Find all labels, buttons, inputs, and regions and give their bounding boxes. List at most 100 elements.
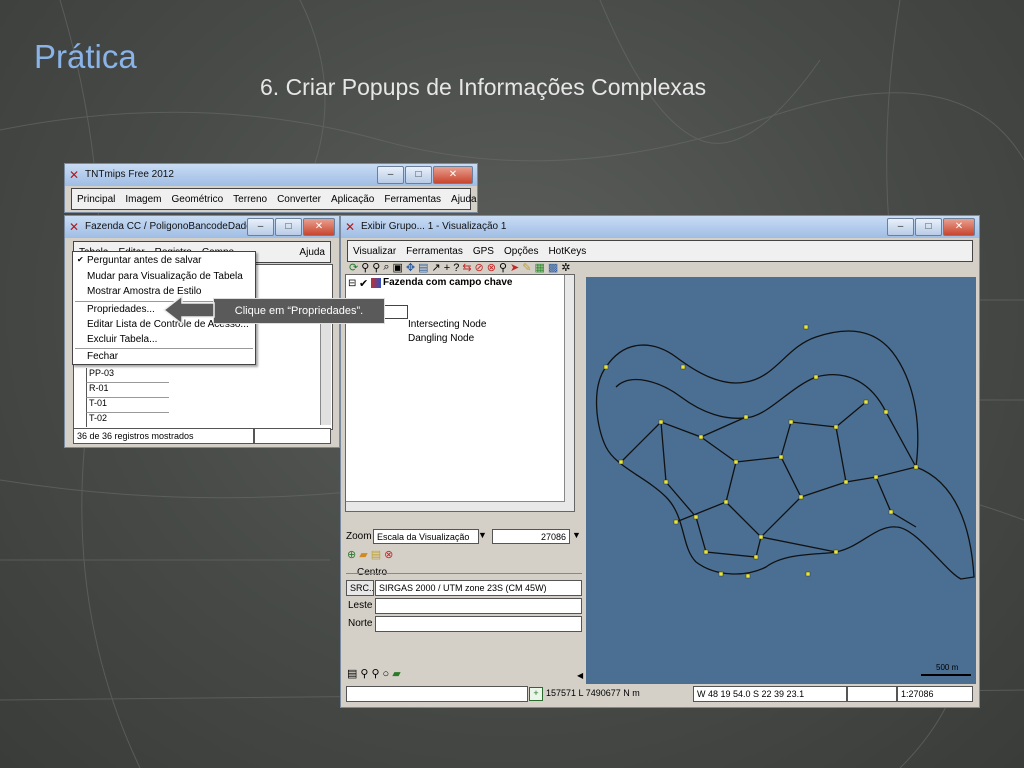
layers-icon[interactable]: ▤	[371, 548, 381, 561]
norte-field[interactable]	[375, 616, 582, 632]
menu-aplicacao[interactable]: Aplicação	[326, 194, 379, 205]
menu-converter[interactable]: Converter	[272, 194, 326, 205]
leste-field[interactable]	[375, 598, 582, 614]
redraw-icon[interactable]: ⟳	[349, 261, 358, 274]
menu-ajuda[interactable]: Ajuda	[446, 194, 482, 205]
slide-title: Prática	[34, 38, 137, 75]
search-icon[interactable]: ○	[383, 668, 390, 680]
norte-label: Norte	[348, 618, 373, 629]
select-icon[interactable]: ▤	[418, 261, 428, 274]
vertical-scrollbar[interactable]	[564, 275, 574, 511]
view-toolbar: ⟳ ⚲ ⚲ ⌕ ▣ ✥ ▤ ↗ + ? ⇆ ⊘ ⊗ ⚲ ➤ ✎ ▦ ▩ ✲	[349, 261, 571, 274]
scroll-left-icon[interactable]: ◀	[577, 671, 583, 680]
status-spacer	[847, 686, 897, 702]
maximize-button[interactable]: □	[275, 218, 302, 236]
menu-item-excluir-tabela[interactable]: Excluir Tabela...	[87, 334, 157, 345]
crosshair-icon: +	[529, 687, 543, 701]
minimize-button[interactable]: –	[887, 218, 914, 236]
horizontal-scrollbar[interactable]	[346, 501, 565, 511]
zoom-out-icon[interactable]: ⊗	[487, 261, 496, 274]
zoom-in-icon[interactable]: ⚲	[360, 667, 368, 680]
layer-color-icon	[371, 278, 381, 288]
folder-icon[interactable]: ▰	[359, 548, 367, 561]
palette-icon[interactable]: ▦	[534, 261, 544, 274]
node-item-dangling[interactable]: Dangling Node	[408, 333, 474, 344]
menu-visualizar[interactable]: Visualizar	[348, 246, 401, 257]
menu-opcoes[interactable]: Opções	[499, 246, 543, 257]
dropdown-arrow-icon[interactable]: ▼	[478, 530, 487, 540]
layer-visible-check-icon[interactable]: ✔	[359, 277, 368, 290]
menu-item-mudar-visualizacao-tabela[interactable]: Mudar para Visualização de Tabela	[87, 271, 243, 282]
table-row[interactable]: T-01	[86, 398, 169, 413]
camera-icon[interactable]: ▣	[393, 261, 403, 274]
menu-item-perguntar-antes-de-salvar[interactable]: Perguntar antes de salvar	[87, 255, 202, 266]
close-button[interactable]: ✕	[943, 218, 975, 236]
status-coordinates: 157571 L 7490677 N m	[546, 688, 640, 698]
layer-name[interactable]: Fazenda com campo chave	[383, 277, 513, 288]
zoom-out-icon[interactable]: ⚲	[371, 667, 379, 680]
collapse-icon[interactable]: ⊟	[348, 278, 356, 289]
layers-icon[interactable]: ▩	[548, 261, 558, 274]
menu-ferramentas[interactable]: Ferramentas	[401, 246, 468, 257]
map-icon[interactable]: ▰	[392, 667, 400, 680]
pan-icon[interactable]: ✥	[406, 261, 415, 274]
check-icon: ✔	[77, 255, 84, 264]
table-status-bar: 36 de 36 registros mostrados	[73, 428, 254, 444]
menu-hotkeys[interactable]: HotKeys	[543, 246, 591, 257]
pencil-icon[interactable]: ✎	[522, 261, 531, 274]
measure-icon[interactable]: ↗	[432, 261, 441, 274]
src-button[interactable]: SRC...	[346, 580, 374, 596]
maximize-button[interactable]: □	[405, 166, 432, 184]
menu-item-propriedades[interactable]: Propriedades...	[87, 304, 155, 315]
zoom-in-icon[interactable]: ⚲	[499, 261, 507, 274]
table-row[interactable]: PP-03	[86, 368, 169, 383]
minimize-button[interactable]: –	[377, 166, 404, 184]
instruction-callout: Clique em “Propriedades”.	[213, 298, 385, 324]
query-icon[interactable]: ?	[453, 262, 459, 274]
node-item-intersecting[interactable]: Intersecting Node	[408, 319, 486, 330]
menu-ajuda[interactable]: Ajuda	[294, 247, 330, 258]
slide-subtitle: 6. Criar Popups de Informações Complexas	[260, 74, 707, 100]
scale-bar-label: 500 m	[936, 663, 959, 672]
table-window-titlebar[interactable]: ✕ Fazenda CC / PoligonoBancodeDados / ..…	[65, 216, 339, 238]
menu-gps[interactable]: GPS	[468, 246, 499, 257]
zoom-value-field[interactable]: 27086	[492, 529, 570, 544]
point-icon[interactable]: +	[444, 262, 450, 274]
pointer-icon[interactable]: ➤	[510, 261, 519, 274]
table-status-bar-right	[254, 428, 331, 444]
menu-imagem[interactable]: Imagem	[120, 194, 166, 205]
menu-principal[interactable]: Principal	[72, 194, 120, 205]
src-value-field[interactable]: SIRGAS 2000 / UTM zone 23S (CM 45W)	[375, 580, 582, 596]
dropdown-arrow-icon[interactable]: ▼	[572, 530, 581, 540]
back-forward-icon[interactable]: ⇆	[462, 261, 471, 274]
menu-terreno[interactable]: Terreno	[228, 194, 272, 205]
binoculars-icon[interactable]: ⌕	[383, 261, 389, 274]
close-button[interactable]: ✕	[433, 166, 473, 184]
zoom-layer-icon[interactable]: ⚲	[372, 261, 380, 274]
map-view[interactable]: 500 m	[586, 277, 976, 684]
stop-icon[interactable]: ⊘	[475, 261, 484, 274]
menu-geometrico[interactable]: Geométrico	[166, 194, 228, 205]
zoom-mode-select[interactable]: Escala da Visualização	[373, 529, 479, 544]
menu-ferramentas[interactable]: Ferramentas	[379, 194, 446, 205]
group-menubar: Visualizar Ferramentas GPS Opções HotKey…	[347, 240, 973, 262]
zoom-group-icon[interactable]: ⚲	[361, 261, 369, 274]
tntmips-logo-icon: ✕	[69, 168, 80, 182]
zoom-toolbar: ⊕ ▰ ▤ ⊗	[347, 548, 393, 561]
cancel-icon[interactable]: ⊗	[384, 548, 393, 561]
table-row[interactable]: T-02	[86, 413, 169, 427]
main-window-titlebar[interactable]: ✕ TNTmips Free 2012 – □ ✕	[65, 164, 477, 186]
maximize-button[interactable]: □	[915, 218, 942, 236]
settings-icon[interactable]: ✲	[561, 261, 570, 274]
status-scale: 1:27086	[897, 686, 973, 702]
group-window-title: Exibir Grupo... 1 - Visualização 1	[361, 221, 507, 232]
zoom-full-icon[interactable]: ⊕	[347, 548, 356, 561]
minimize-button[interactable]: –	[247, 218, 274, 236]
tntmips-logo-icon: ✕	[69, 220, 80, 234]
table-icon[interactable]: ▤	[347, 667, 357, 680]
group-window-titlebar[interactable]: ✕ Exibir Grupo... 1 - Visualização 1 – □…	[341, 216, 979, 238]
main-window-title: TNTmips Free 2012	[85, 169, 174, 180]
table-row[interactable]: R-01	[86, 383, 169, 398]
close-button[interactable]: ✕	[303, 218, 335, 236]
menu-item-fechar[interactable]: Fechar	[87, 351, 118, 362]
